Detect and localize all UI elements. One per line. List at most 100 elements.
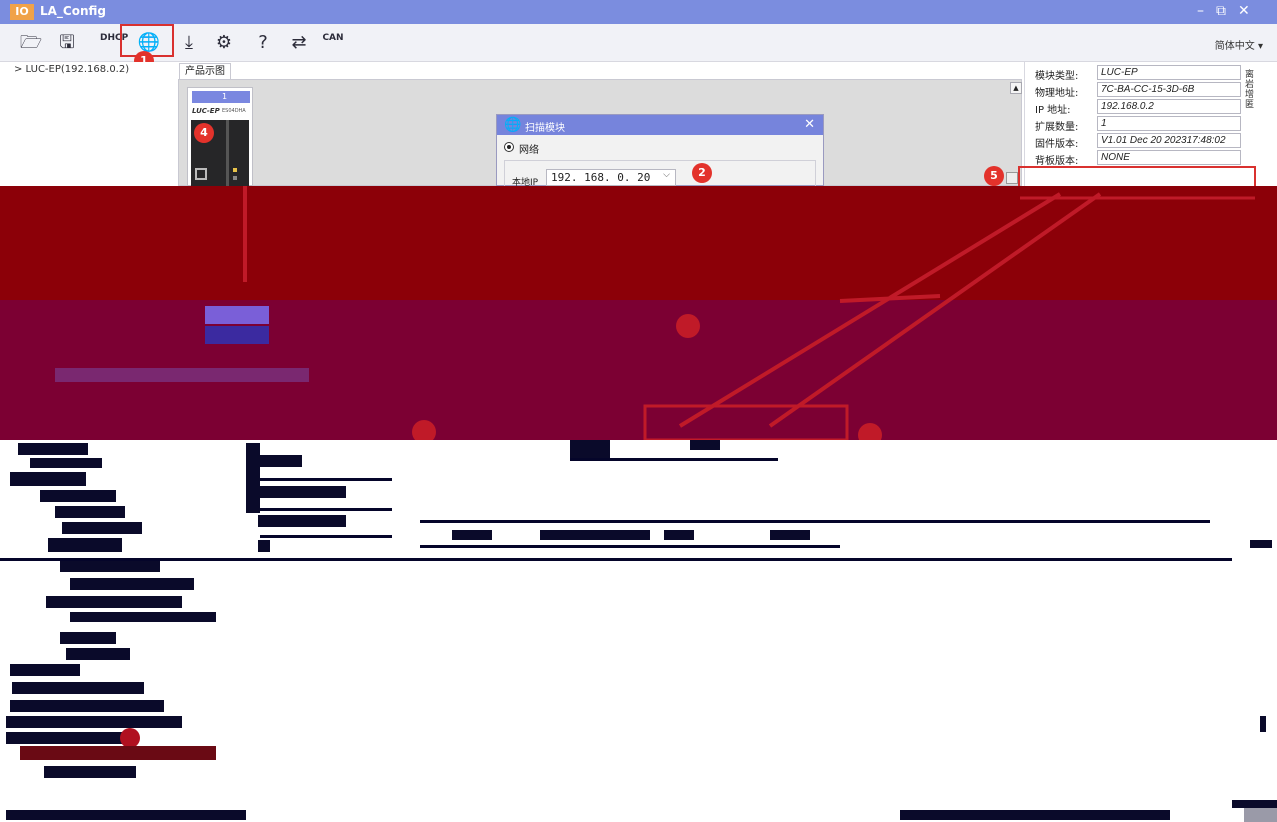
redacted-region — [0, 186, 1277, 440]
noise-block — [690, 440, 720, 450]
grid-icon[interactable] — [1006, 172, 1018, 184]
redacted-shape — [858, 423, 882, 440]
highlight-row — [1018, 166, 1256, 188]
noise-block — [30, 458, 102, 468]
arrow-line — [839, 294, 941, 303]
noise-block — [6, 810, 246, 820]
save-button[interactable]: 🖫 — [54, 30, 80, 56]
ethernet-port-icon — [195, 168, 207, 180]
noise-block — [60, 560, 160, 572]
noise-block — [664, 530, 694, 540]
noise-line — [260, 535, 392, 538]
local-ip-select[interactable]: 192. 168. 0. 20 ⌵ — [546, 169, 676, 186]
globe-icon: 🌐 — [504, 117, 522, 133]
compare-button[interactable]: ⇄ — [286, 30, 312, 56]
device-tree: > LUC-EP(192.168.0.2) — [6, 62, 176, 186]
dialog-title-bar: 🌐 扫描模块 ✕ — [497, 115, 823, 135]
noise-block — [570, 440, 610, 458]
close-icon[interactable]: ✕ — [804, 117, 815, 132]
noise-block — [900, 810, 1170, 820]
noise-block — [70, 578, 194, 590]
redacted-shape — [643, 404, 849, 440]
noise-block — [6, 716, 182, 728]
noise-block — [770, 530, 810, 540]
network-radio[interactable] — [504, 142, 514, 152]
can-button[interactable]: CAN — [320, 30, 346, 56]
noise-block — [60, 632, 116, 644]
noise-block — [70, 612, 216, 622]
noise-block — [258, 455, 302, 467]
device-strip — [226, 120, 229, 186]
prop-label-ext: 扩展数量: — [1035, 122, 1079, 133]
noise-block — [258, 486, 346, 498]
noise-block — [18, 443, 88, 455]
noise-block — [1250, 540, 1272, 548]
prop-value-firmware[interactable]: V1.01 Dec 20 202317:48:02 — [1097, 133, 1241, 148]
status-led-icon — [233, 176, 237, 180]
tree-item-device[interactable]: > LUC-EP(192.168.0.2) — [14, 64, 129, 75]
prop-value-ip[interactable]: 192.168.0.2 — [1097, 99, 1241, 114]
noise-block — [48, 538, 122, 552]
prop-value-mac[interactable]: 7C-BA-CC-15-3D-6B — [1097, 82, 1241, 97]
app-logo-icon: IO — [10, 4, 34, 20]
noise-line — [420, 520, 1210, 523]
noise-line — [0, 558, 1232, 561]
redacted-shape — [412, 420, 436, 440]
noise-block — [540, 530, 650, 540]
prop-label-type: 模块类型: — [1035, 71, 1079, 82]
noise-block — [258, 515, 346, 527]
language-select[interactable]: 简体中文 ▾ — [1215, 37, 1263, 52]
noise-block — [44, 766, 136, 778]
noise-block — [120, 728, 140, 748]
noise-block — [46, 596, 182, 608]
redacted-shape — [676, 314, 700, 338]
noise-block — [1244, 808, 1277, 822]
annotation-arrows — [55, 186, 1255, 440]
noise-block — [20, 746, 216, 760]
close-window-button[interactable]: ✕ — [1238, 3, 1250, 19]
title-bar: IO LA_Config – ⧉ ✕ — [0, 0, 1277, 24]
noise-block — [246, 443, 260, 513]
step-badge: 4 — [194, 123, 214, 143]
noise-line — [260, 508, 392, 511]
noise-block — [452, 530, 492, 540]
tab-product-view[interactable]: 产品示图 — [179, 63, 231, 79]
scroll-up-button[interactable]: ▲ — [1010, 82, 1022, 94]
minimize-button[interactable]: – — [1197, 3, 1204, 19]
toolbar: 🗁 🖫 DHCP 🌐 ⤓ ⚙ ? ⇄ CAN 简体中文 ▾ — [0, 24, 1277, 62]
noise-block — [66, 648, 130, 660]
noise-block — [40, 490, 116, 502]
network-radio-label: 网络 — [519, 145, 539, 156]
window-title: LA_Config — [40, 4, 107, 18]
step-badge: 2 — [692, 163, 712, 183]
noise-block — [10, 664, 80, 676]
noise-block — [1232, 800, 1277, 808]
download-button[interactable]: ⤓ — [176, 30, 202, 56]
prop-value-ext[interactable]: 1 — [1097, 116, 1241, 131]
prop-label-backplane: 背板版本: — [1035, 156, 1079, 167]
redacted-shape — [205, 326, 269, 344]
prop-label-ip: IP 地址: — [1035, 105, 1071, 116]
chevron-down-icon: ⌵ — [663, 170, 670, 180]
step-badge: 5 — [984, 166, 1004, 186]
prop-value-backplane[interactable]: NONE — [1097, 150, 1241, 165]
settings-button[interactable]: ⚙ — [211, 30, 237, 56]
help-button[interactable]: ? — [250, 30, 276, 56]
noise-block — [6, 732, 128, 744]
redacted-shape — [55, 368, 309, 382]
status-bar — [0, 808, 1277, 822]
prop-value-type[interactable]: LUC-EP — [1097, 65, 1241, 80]
restore-button[interactable]: ⧉ — [1216, 3, 1226, 19]
open-button[interactable]: 🗁 — [18, 30, 44, 56]
slot-number: 1 — [222, 92, 228, 101]
noise-block — [258, 540, 270, 552]
slot-bar: 1 — [192, 91, 250, 103]
noise-block — [10, 472, 86, 486]
noise-block — [55, 506, 125, 518]
noise-block — [10, 700, 164, 712]
dialog-title: 扫描模块 — [525, 123, 565, 134]
prop-label-firmware: 固件版本: — [1035, 139, 1079, 150]
arrow-line — [768, 192, 1102, 428]
prop-label-mac: 物理地址: — [1035, 88, 1079, 99]
redacted-shape — [205, 306, 269, 324]
